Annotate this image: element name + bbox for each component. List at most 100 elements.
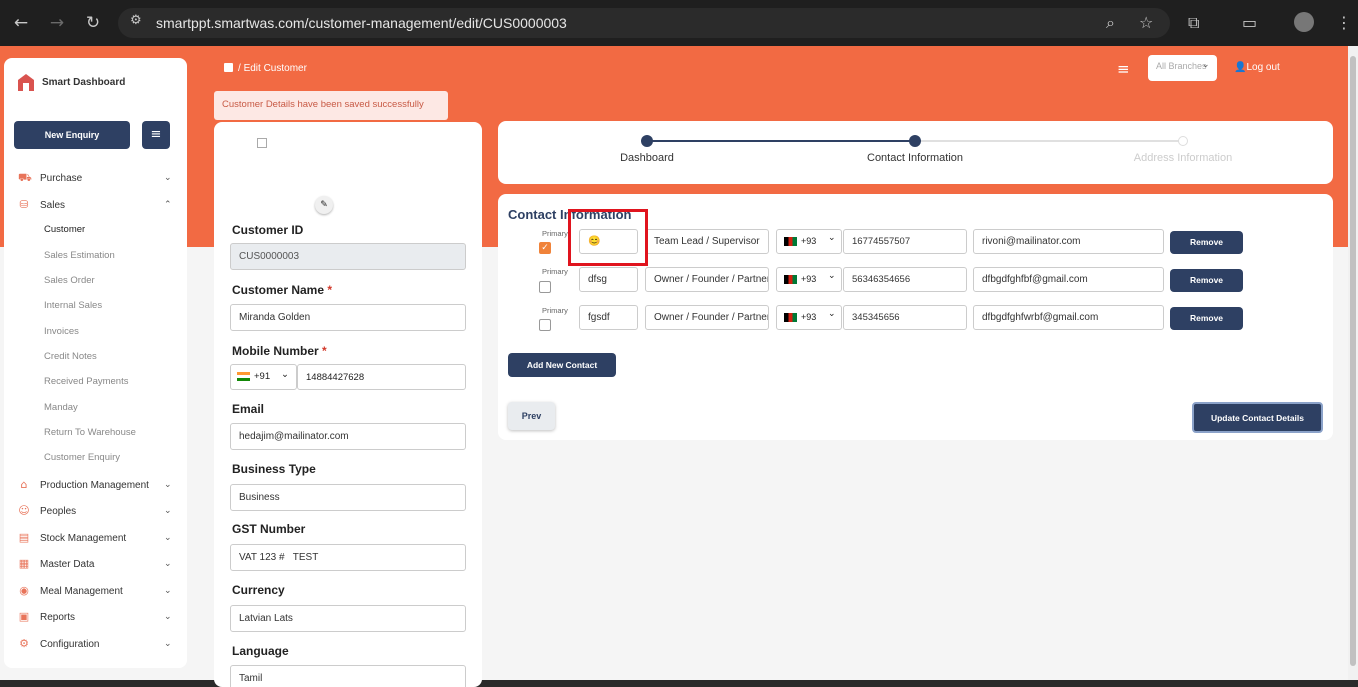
remove-contact-button[interactable]: Remove (1170, 269, 1243, 292)
browser-menu-icon[interactable]: ⋮ (1336, 13, 1352, 32)
new-enquiry-button[interactable]: New Enquiry (14, 121, 130, 149)
sidebar-item-peoples[interactable]: ☺ Peoples ⌄ (18, 501, 171, 521)
contact-phone-field[interactable]: 345345656 (843, 305, 967, 330)
primary-label: Primary (542, 229, 568, 238)
sidebar-sub-customer-enquiry[interactable]: Customer Enquiry (44, 452, 120, 463)
gst-number-field[interactable]: VAT 123 # TEST (230, 544, 466, 571)
sidebar-sub-customer[interactable]: Customer (44, 224, 85, 235)
step-line-done (647, 140, 915, 142)
currency-label: Currency (232, 583, 285, 597)
step-label-dashboard[interactable]: Dashboard (620, 152, 674, 164)
report-icon: ▣ (18, 610, 30, 623)
chevron-down-icon: ⌄ (164, 612, 172, 622)
chevron-down-icon: ⌄ (164, 506, 172, 516)
branch-select[interactable]: All Branches ⌄ (1148, 55, 1217, 81)
contact-role-field[interactable]: Owner / Founder / Partner (645, 305, 769, 330)
url-text[interactable]: smartppt.smartwas.com/customer-managemen… (156, 15, 567, 31)
highlight-box (568, 209, 648, 266)
update-contact-details-button[interactable]: Update Contact Details (1192, 402, 1323, 433)
store-icon (18, 74, 34, 91)
chevron-down-icon: ⌄ (1202, 60, 1210, 70)
email-label: Email (232, 402, 265, 416)
sidebar-sub-internal-sales[interactable]: Internal Sales (44, 300, 102, 311)
mobile-number-field[interactable]: 14884427628 (297, 364, 466, 390)
customer-id-label: Customer ID (232, 223, 304, 237)
contact-email-field[interactable]: dfbgdfghfbf@gmail.com (973, 267, 1164, 292)
contact-country-code[interactable]: +93 ⌄ (776, 229, 842, 254)
sidebar-sub-invoices[interactable]: Invoices (44, 326, 79, 337)
hamburger-icon[interactable]: ≡ (1117, 60, 1130, 78)
contact-email-field[interactable]: rivoni@mailinator.com (973, 229, 1164, 254)
tab-search-icon[interactable]: ▭ (1242, 13, 1257, 32)
config-icon: ⚙ (19, 637, 29, 650)
sidebar-sub-return-to-warehouse[interactable]: Return To Warehouse (44, 427, 136, 438)
contact-country-code[interactable]: +93 ⌄ (776, 267, 842, 292)
sidebar-item-purchase[interactable]: ⛟ Purchase ⌄ (18, 168, 172, 188)
logout-link[interactable]: 👤Log out (1234, 62, 1280, 73)
back-arrow-icon[interactable]: ← (10, 12, 32, 34)
customer-details-card: ✎ Customer ID CUS0000003 Customer Name *… (214, 122, 482, 687)
contact-role-field[interactable]: Team Lead / Supervisor (645, 229, 769, 254)
currency-field[interactable]: Latvian Lats (230, 605, 466, 632)
contact-phone-field[interactable]: 56346354656 (843, 267, 967, 292)
country-code-select[interactable]: +91 ⌄ (230, 364, 297, 390)
contact-email-field[interactable]: dfbgdfghfwrbf@gmail.com (973, 305, 1164, 330)
menu-toggle-button[interactable]: ≡ (142, 121, 170, 149)
user-icon: 👤 (1234, 62, 1247, 73)
reload-icon[interactable]: ↻ (82, 12, 104, 34)
scrollbar-thumb[interactable] (1350, 56, 1356, 666)
contact-name-field[interactable]: fgsdf (579, 305, 638, 330)
site-info-icon[interactable]: ⚙ (130, 13, 142, 28)
chevron-down-icon: ⌄ (164, 639, 172, 649)
language-label: Language (232, 644, 289, 658)
sidebar-item-stock[interactable]: ▤ Stock Management ⌄ (18, 528, 172, 548)
forward-arrow-icon[interactable]: → (46, 12, 68, 34)
primary-checkbox[interactable] (539, 319, 551, 331)
step-dot-address[interactable] (1178, 136, 1188, 146)
step-label-address[interactable]: Address Information (1134, 152, 1232, 164)
step-dot-dashboard[interactable] (641, 135, 653, 147)
contact-phone-field[interactable]: 16774557507 (843, 229, 967, 254)
sidebar-item-meal[interactable]: ◉ Meal Management ⌄ (18, 581, 171, 601)
india-flag-icon (237, 371, 250, 381)
sidebar-item-configuration[interactable]: ⚙ Configuration ⌄ (18, 634, 171, 654)
sidebar-sub-credit-notes[interactable]: Credit Notes (44, 351, 97, 362)
people-icon: ☺ (18, 504, 30, 517)
sidebar-sub-manday[interactable]: Manday (44, 402, 78, 413)
primary-checkbox[interactable] (539, 281, 551, 293)
contact-name-field[interactable]: dfsg (579, 267, 638, 292)
taskbar-edge (0, 680, 1358, 687)
app-logo[interactable]: Smart Dashboard (16, 72, 125, 92)
contact-role-field[interactable]: Owner / Founder / Partner (645, 267, 769, 292)
primary-checkbox[interactable]: ✓ (539, 242, 551, 254)
sidebar-sub-received-payments[interactable]: Received Payments (44, 376, 128, 387)
sidebar-item-master-data[interactable]: ▦ Master Data ⌄ (18, 554, 172, 574)
language-field[interactable]: Tamil (230, 665, 466, 687)
add-new-contact-button[interactable]: Add New Contact (508, 353, 616, 377)
home-icon[interactable] (224, 63, 233, 72)
business-type-field[interactable]: Business (230, 484, 466, 511)
email-field[interactable]: hedajim@mailinator.com (230, 423, 466, 450)
customer-id-field[interactable]: CUS0000003 (230, 243, 466, 270)
bookmark-star-icon[interactable]: ☆ (1139, 13, 1153, 32)
remove-contact-button[interactable]: Remove (1170, 231, 1243, 254)
edit-pencil-icon[interactable]: ✎ (315, 196, 333, 214)
prev-button[interactable]: Prev (508, 402, 555, 430)
remove-contact-button[interactable]: Remove (1170, 307, 1243, 330)
menu-lines-icon: ≡ (150, 127, 162, 142)
contact-country-code[interactable]: +93 ⌄ (776, 305, 842, 330)
extensions-icon[interactable]: ⧉ (1188, 13, 1199, 33)
customer-name-field[interactable]: Miranda Golden (230, 304, 466, 331)
sidebar-item-reports[interactable]: ▣ Reports ⌄ (18, 607, 172, 627)
zoom-icon[interactable]: ⌕ (1106, 13, 1115, 33)
profile-avatar[interactable] (1294, 12, 1314, 32)
meal-icon: ◉ (19, 584, 29, 597)
sidebar-sub-sales-estimation[interactable]: Sales Estimation (44, 250, 115, 261)
sidebar-item-sales[interactable]: ⛁ Sales ⌃ (18, 195, 171, 215)
step-dot-contact[interactable] (909, 135, 921, 147)
step-label-contact[interactable]: Contact Information (867, 152, 963, 164)
gst-number-label: GST Number (232, 522, 306, 536)
sidebar-item-production[interactable]: ⌂ Production Management ⌄ (18, 475, 172, 495)
chevron-down-icon: ⌄ (828, 271, 836, 281)
sidebar-sub-sales-order[interactable]: Sales Order (44, 275, 95, 286)
